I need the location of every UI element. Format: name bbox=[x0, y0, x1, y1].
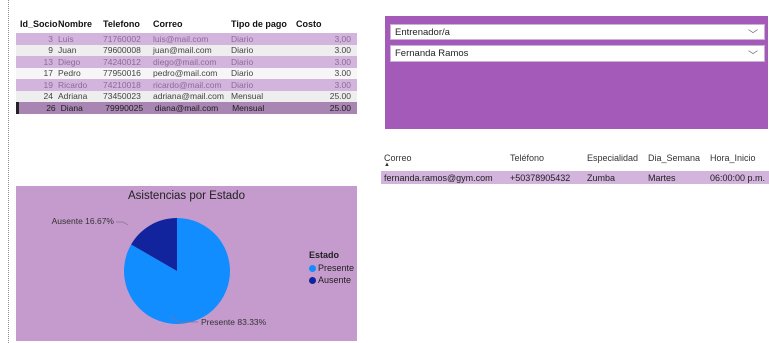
cell-telefono: 74240012 bbox=[103, 56, 141, 67]
data-label-presente: Presente 83.33% bbox=[201, 317, 267, 327]
cell-nombre: Diana bbox=[60, 102, 83, 113]
table-row[interactable]: 13 Diego 74240012 diego@mail.com Diario 3.00 bbox=[16, 56, 357, 68]
col-header-costo[interactable]: Costo bbox=[296, 19, 357, 29]
sort-asc-icon[interactable]: ▲ bbox=[384, 162, 390, 168]
cell-telefono: 77950016 bbox=[103, 68, 141, 79]
table-row[interactable]: 19 Ricardo 74210018 ricardo@mail.com Diario 3… bbox=[16, 79, 357, 91]
cell-id: 9 bbox=[48, 45, 53, 56]
cell-tipo: Diario bbox=[231, 33, 254, 44]
table-row[interactable]: 24 Adriana 73450023 adriana@mail.com Mensual… bbox=[16, 90, 357, 102]
cell-hora: 06:00:00 p.m. bbox=[710, 172, 766, 183]
col-header-dia[interactable]: Dia_Semana bbox=[648, 153, 710, 163]
cell-correo: luis@mail.com bbox=[153, 33, 209, 44]
table-row[interactable]: fernanda.ramos@gym.com +50378905432 Zumb… bbox=[381, 171, 769, 184]
chart-legend: Estado Presente Ausente bbox=[309, 250, 354, 286]
legend-item-ausente[interactable]: Ausente bbox=[309, 274, 354, 286]
cell-nombre: Diego bbox=[58, 56, 81, 67]
cell-correo: diana@mail.com bbox=[154, 102, 219, 113]
legend-items: Presente Ausente bbox=[309, 262, 354, 286]
chevron-down-icon[interactable]: ﹀ bbox=[748, 26, 758, 41]
table-row[interactable]: 3 Luis 71760002 luis@mail.com Diario 3,00 bbox=[16, 33, 357, 45]
cell-tipo: Diario bbox=[231, 56, 254, 67]
cell-id: 19 bbox=[43, 79, 53, 90]
cell-nombre: Pedro bbox=[58, 68, 81, 79]
cell-tipo: Diario bbox=[231, 79, 254, 90]
members-table-header: Id_Socio Nombre Telefono Correo Tipo de … bbox=[16, 14, 357, 33]
members-table: Id_Socio Nombre Telefono Correo Tipo de … bbox=[16, 14, 357, 114]
col-header-tipo[interactable]: Tipo de pago bbox=[231, 19, 296, 29]
cell-costo: 3,00 bbox=[334, 33, 351, 44]
cell-correo: juan@mail.com bbox=[153, 45, 212, 56]
legend-dot-icon bbox=[309, 276, 316, 284]
slicer-panel: Entrenador/a ﹀ Fernanda Ramos ﹀ bbox=[385, 16, 768, 129]
cell-correo: diego@mail.com bbox=[153, 56, 217, 67]
cell-id: 17 bbox=[43, 68, 53, 79]
trainer-field-dropdown[interactable]: Entrenador/a ﹀ bbox=[390, 24, 765, 41]
trainer-table: Correo ▲ Teléfono Especialidad Dia_Seman… bbox=[381, 150, 769, 184]
data-label-ausente: Ausente 16.67% bbox=[52, 216, 115, 226]
cell-nombre: Luis bbox=[58, 33, 74, 44]
table-row[interactable]: 17 Pedro 77950016 pedro@mail.com Diario 3.00 bbox=[16, 67, 357, 79]
col-header-nombre[interactable]: Nombre bbox=[58, 19, 103, 29]
cell-especialidad: Zumba bbox=[587, 172, 616, 183]
cell-correo: fernanda.ramos@gym.com bbox=[384, 172, 493, 183]
table-row[interactable]: 9 Juan 79600008 juan@mail.com Diario 3.00 bbox=[16, 44, 357, 56]
cell-tipo: Mensual bbox=[232, 102, 265, 113]
trainer-field-label: Entrenador/a bbox=[395, 26, 450, 38]
col-header-id[interactable]: Id_Socio bbox=[16, 19, 58, 29]
cell-telefono: +50378905432 bbox=[510, 172, 571, 183]
canvas-edge bbox=[8, 0, 9, 343]
cell-telefono: 79600008 bbox=[103, 45, 141, 56]
cell-id: 13 bbox=[43, 56, 53, 67]
col-header-hora[interactable]: Hora_Inicio bbox=[710, 153, 769, 163]
trainer-table-header: Correo ▲ Teléfono Especialidad Dia_Seman… bbox=[381, 150, 769, 171]
cell-id: 26 bbox=[46, 102, 56, 113]
chevron-down-icon[interactable]: ﹀ bbox=[748, 47, 758, 62]
trainer-selected-value: Fernanda Ramos bbox=[395, 48, 469, 59]
trainer-select-dropdown[interactable]: Fernanda Ramos ﹀ bbox=[390, 45, 765, 62]
cell-tipo: Mensual bbox=[231, 91, 264, 102]
legend-label: Ausente bbox=[318, 275, 352, 285]
cell-costo: 25.00 bbox=[329, 91, 351, 102]
col-header-telefono[interactable]: Telefono bbox=[103, 19, 153, 29]
members-table-body: 3 Luis 71760002 luis@mail.com Diario 3,00 9 Jua… bbox=[16, 33, 357, 114]
cell-dia: Martes bbox=[648, 172, 676, 183]
pie-chart-panel: Asistencias por Estado Ausente 16.67% Pr… bbox=[16, 186, 357, 341]
legend-label: Presente bbox=[318, 263, 355, 273]
cell-costo: 3.00 bbox=[334, 56, 351, 67]
cell-nombre: Adriana bbox=[58, 91, 88, 102]
cell-costo: 3.00 bbox=[334, 45, 351, 56]
legend-title: Estado bbox=[309, 250, 340, 260]
cell-costo: 25.00 bbox=[329, 102, 351, 113]
leader-line-ausente bbox=[116, 221, 129, 226]
col-header-especialidad[interactable]: Especialidad bbox=[587, 153, 648, 163]
cell-telefono: 74210018 bbox=[103, 79, 141, 90]
cell-tipo: Diario bbox=[231, 68, 254, 79]
cell-costo: 3.00 bbox=[334, 79, 351, 90]
cell-correo: ricardo@mail.com bbox=[153, 79, 222, 90]
cell-tipo: Diario bbox=[231, 45, 254, 56]
cell-telefono: 71760002 bbox=[103, 33, 141, 44]
table-row[interactable]: 26 Diana 79990025 diana@mail.com Mensual 25.0… bbox=[16, 102, 357, 114]
cell-nombre: Ricardo bbox=[58, 79, 88, 90]
cell-correo: adriana@mail.com bbox=[153, 91, 224, 102]
col-header-correo[interactable]: Correo ▲ bbox=[381, 153, 510, 168]
cell-nombre: Juan bbox=[58, 45, 77, 56]
cell-correo: pedro@mail.com bbox=[153, 68, 218, 79]
cell-id: 24 bbox=[43, 91, 53, 102]
cell-telefono: 79990025 bbox=[105, 102, 144, 113]
pie-chart: Ausente 16.67% Presente 83.33% bbox=[52, 216, 267, 327]
cell-telefono: 73450023 bbox=[103, 91, 141, 102]
col-header-telefono[interactable]: Teléfono bbox=[510, 153, 587, 163]
legend-dot-icon bbox=[309, 264, 316, 272]
cell-costo: 3.00 bbox=[334, 68, 351, 79]
legend-item-presente[interactable]: Presente bbox=[309, 262, 354, 274]
cell-id: 3 bbox=[48, 33, 53, 44]
col-header-correo[interactable]: Correo bbox=[153, 19, 231, 29]
